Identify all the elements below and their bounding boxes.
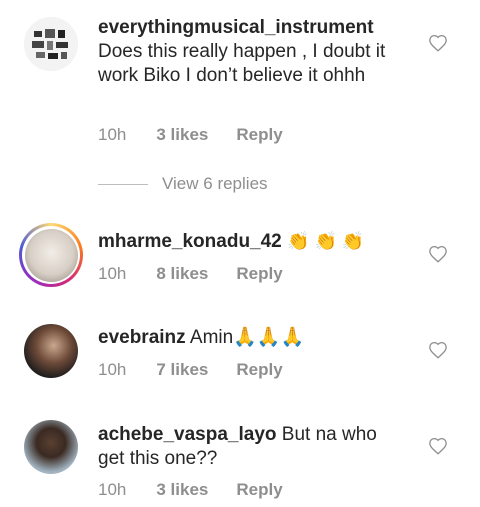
avatar-instruments-image (24, 17, 78, 71)
avatar-story-ring[interactable] (19, 223, 83, 287)
comment-text: evebrainz Amin🙏🙏🙏 (98, 326, 408, 350)
comment-time: 10h (98, 480, 127, 499)
reply-button[interactable]: Reply (236, 264, 282, 284)
avatar[interactable] (24, 420, 78, 474)
comment-meta: 10h 3 likes Reply (98, 125, 283, 145)
comment-text: mharme_konadu_42 👏 👏 👏 (98, 229, 428, 254)
avatar[interactable] (24, 17, 78, 71)
avatar (24, 228, 78, 282)
comment-body: 👏 👏 👏 (287, 231, 365, 251)
comment-text: achebe_vaspa_layo But na who get this on… (98, 423, 408, 471)
comment-meta: 10h 3 likes Reply (98, 480, 283, 500)
comment-body: Amin🙏🙏🙏 (189, 327, 305, 348)
comment-likes[interactable]: 8 likes (156, 264, 208, 284)
view-replies-link[interactable]: View 6 replies (98, 174, 268, 194)
comment-text: everythingmusical_instrument Does this r… (98, 16, 408, 88)
comment-likes[interactable]: 3 likes (156, 125, 208, 145)
avatar[interactable] (24, 324, 78, 378)
heart-outline-icon[interactable] (428, 341, 448, 359)
heart-outline-icon[interactable] (428, 34, 448, 52)
view-replies-label[interactable]: View 6 replies (162, 174, 268, 194)
divider-line (98, 183, 148, 185)
comment-username[interactable]: evebrainz (98, 327, 186, 348)
comment-likes[interactable]: 3 likes (156, 480, 208, 500)
comment-username[interactable]: mharme_konadu_42 (98, 231, 282, 252)
heart-outline-icon[interactable] (428, 245, 448, 263)
comment-time: 10h (98, 264, 127, 283)
heart-outline-icon[interactable] (428, 437, 448, 455)
comment-likes[interactable]: 7 likes (156, 360, 208, 380)
reply-button[interactable]: Reply (236, 360, 282, 380)
comment-username[interactable]: everythingmusical_instrument (98, 17, 374, 38)
comment-meta: 10h 7 likes Reply (98, 360, 283, 380)
comment-meta: 10h 8 likes Reply (98, 264, 283, 284)
comment-time: 10h (98, 125, 127, 144)
reply-button[interactable]: Reply (236, 125, 282, 145)
comment-time: 10h (98, 360, 127, 379)
reply-button[interactable]: Reply (236, 480, 282, 500)
comment-username[interactable]: achebe_vaspa_layo (98, 424, 277, 445)
comment-body: Does this really happen , I doubt it wor… (98, 41, 386, 86)
